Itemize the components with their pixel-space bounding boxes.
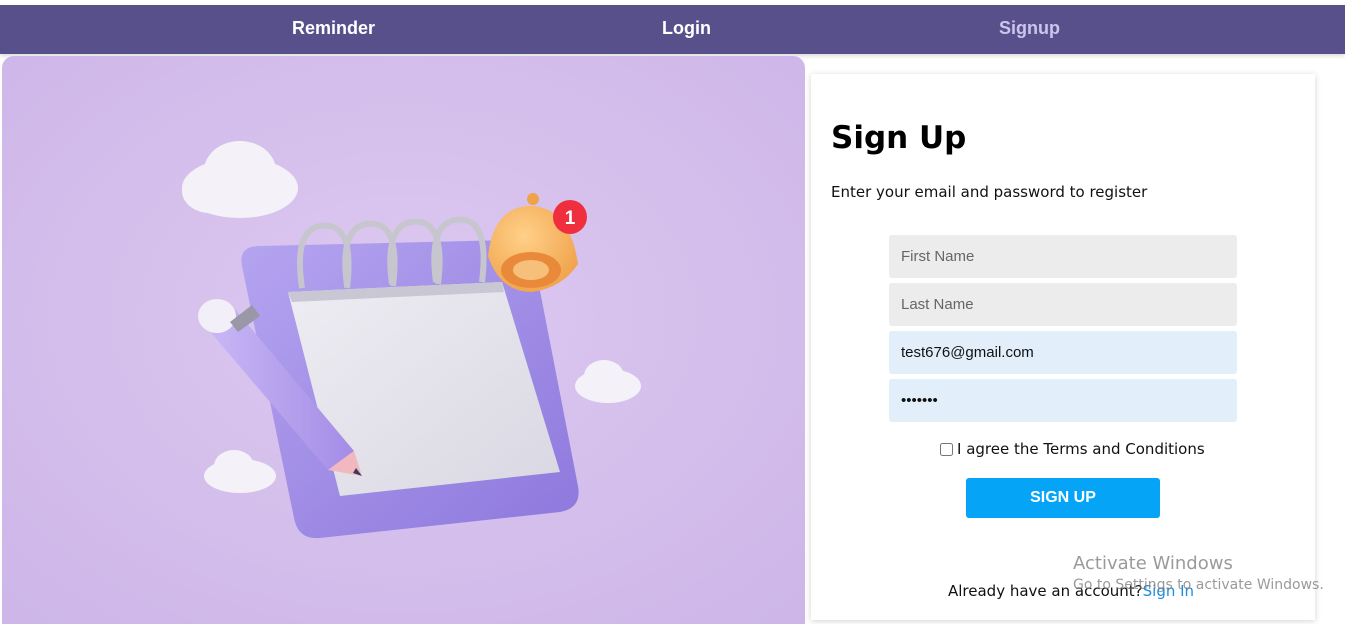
terms-checkbox[interactable]: [940, 442, 953, 456]
nav-brand-reminder[interactable]: Reminder: [292, 5, 375, 54]
notification-count: 1: [565, 208, 576, 229]
last-name-field[interactable]: [889, 283, 1237, 326]
signin-prompt: Already have an account?Sign In: [948, 582, 1194, 600]
terms-row[interactable]: I agree the Terms and Conditions: [940, 440, 1205, 458]
email-field[interactable]: [889, 331, 1237, 374]
terms-label: I agree the Terms and Conditions: [957, 440, 1205, 458]
form-subtitle: Enter your email and password to registe…: [831, 183, 1148, 201]
sign-up-button[interactable]: SIGN UP: [966, 478, 1160, 518]
notification-badge: 1: [553, 200, 587, 234]
notepad-illustration: 1: [2, 56, 805, 624]
password-field[interactable]: [889, 379, 1237, 422]
already-account-text: Already have an account?: [948, 582, 1143, 600]
first-name-field[interactable]: [889, 235, 1237, 278]
nav-link-signup[interactable]: Signup: [999, 5, 1060, 54]
hero-illustration: 1: [2, 56, 805, 624]
nav-link-login[interactable]: Login: [662, 5, 711, 54]
page-title: Sign Up: [831, 120, 967, 156]
sign-in-link[interactable]: Sign In: [1143, 582, 1194, 600]
navbar: Reminder Login Signup: [0, 5, 1345, 54]
signup-card: Sign Up Enter your email and password to…: [811, 74, 1315, 620]
